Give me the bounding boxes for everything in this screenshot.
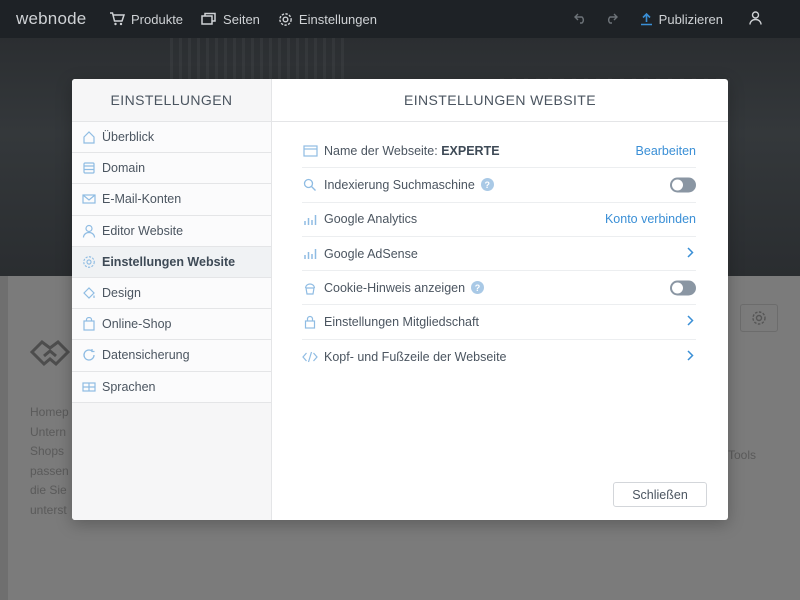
cupcake-icon [302,280,318,296]
shopping-bag-icon [82,317,96,331]
cookie-notice-toggle[interactable] [670,280,696,296]
cart-icon [110,12,125,26]
sidebar-item-editor[interactable]: Editor Website [72,215,271,247]
sidebar-item-label: Einstellungen Website [102,254,236,269]
sidebar-item-label: Editor Website [102,223,184,238]
upload-icon [640,12,652,26]
row-membership-settings[interactable]: Einstellungen Mitgliedschaft [302,305,696,340]
row-google-analytics: Google Analytics Konto verbinden [302,203,696,237]
bar-chart-icon [302,211,318,227]
nav-pages-label: Seiten [223,11,260,27]
sidebar-item-label: Überblick [102,130,155,145]
flags-icon [82,380,96,394]
edit-link[interactable]: Bearbeiten [636,144,696,158]
home-icon [82,130,96,144]
sidebar-item-overview[interactable]: Überblick [72,122,271,154]
sidebar-item-website-settings[interactable]: Einstellungen Website [72,246,271,278]
code-icon [302,349,318,365]
sidebar-item-languages[interactable]: Sprachen [72,371,271,403]
handshake-logo-icon [29,338,72,375]
row-label: Cookie-Hinweis anzeigen [324,280,466,295]
sidebar-item-email[interactable]: E-Mail-Konten [72,184,271,216]
website-name-value: EXPERTE [441,143,500,158]
nav-products-label: Produkte [131,11,184,27]
redo-icon[interactable] [605,12,618,27]
search-indexing-toggle[interactable] [670,177,696,193]
sidebar-item-label: Sprachen [102,379,156,394]
row-label: Kopf- und Fußzeile der Webseite [324,349,507,364]
row-search-indexing: Indexierung Suchmaschine ? [302,168,696,203]
background-gear-icon [740,304,778,332]
gear-icon [279,12,292,26]
nav-settings[interactable]: Einstellungen [278,12,377,27]
nav-settings-label: Einstellungen [298,11,377,27]
website-name-label: Name der Webseite: [324,143,438,158]
mail-icon [82,192,96,206]
row-label: Einstellungen Mitgliedschaft [324,315,479,330]
gear-icon [82,255,96,269]
connect-account-link[interactable]: Konto verbinden [605,212,696,226]
bar-chart-icon [302,246,318,262]
help-icon[interactable]: ? [480,178,494,192]
sidebar-item-design[interactable]: Design [72,277,271,310]
webnode-logo[interactable]: webnode [16,9,109,29]
paint-bucket-icon [82,286,96,300]
publish-label: Publizieren [658,11,723,27]
sidebar-item-label: Online-Shop [102,317,172,332]
settings-list: Name der Webseite: EXPERTE Bearbeiten In… [302,134,696,374]
sidebar-item-backup[interactable]: Datensicherung [72,340,271,372]
row-website-name: Name der Webseite: EXPERTE Bearbeiten [302,134,696,169]
sidebar-title: EINSTELLUNGEN [72,79,271,122]
domain-icon [82,161,96,175]
toggle-knob [672,179,683,191]
content-title: EINSTELLUNGEN WEBSITE [272,79,728,122]
toggle-knob [672,282,683,294]
nav-products[interactable]: Produkte [109,12,183,27]
backup-icon [82,348,96,362]
row-label: Google AdSense [324,246,418,261]
chevron-right-icon[interactable] [687,350,694,364]
browser-window-icon [302,143,318,159]
background-right-text: Tools [728,448,757,462]
pages-icon [201,12,216,25]
row-label: Indexierung Suchmaschine [324,177,475,192]
search-icon [302,177,318,193]
settings-sidebar: EINSTELLUNGEN Überblick Domain E-Mail-Ko… [72,79,272,520]
help-icon[interactable]: ? [471,281,485,295]
chevron-right-icon[interactable] [687,247,694,261]
row-label: Name der Webseite: EXPERTE [324,144,500,158]
undo-icon[interactable] [573,12,587,27]
user-icon[interactable] [749,10,762,28]
settings-modal: EINSTELLUNGEN Überblick Domain E-Mail-Ko… [72,79,728,520]
settings-content-panel: EINSTELLUNGEN WEBSITE Name der Webseite:… [272,79,728,520]
row-header-footer[interactable]: Kopf- und Fußzeile der Webseite [302,340,696,374]
sidebar-item-label: Design [102,286,141,301]
sidebar-item-label: Domain [102,161,146,176]
row-google-adsense[interactable]: Google AdSense [302,237,696,272]
row-cookie-notice: Cookie-Hinweis anzeigen ? [302,271,696,306]
chevron-right-icon[interactable] [687,315,694,329]
nav-pages[interactable]: Seiten [201,12,260,27]
close-button[interactable]: Schließen [613,482,707,507]
sidebar-item-label: Datensicherung [102,348,190,363]
top-toolbar: webnode Produkte Seiten Einstellungen Pu… [0,0,800,38]
publish-button[interactable]: Publizieren [640,12,723,27]
sidebar-item-label: E-Mail-Konten [102,192,182,207]
sidebar-item-online-shop[interactable]: Online-Shop [72,309,271,341]
row-label: Google Analytics [324,212,418,227]
user-icon [82,224,96,238]
lock-icon [302,314,318,330]
sidebar-item-domain[interactable]: Domain [72,153,271,185]
